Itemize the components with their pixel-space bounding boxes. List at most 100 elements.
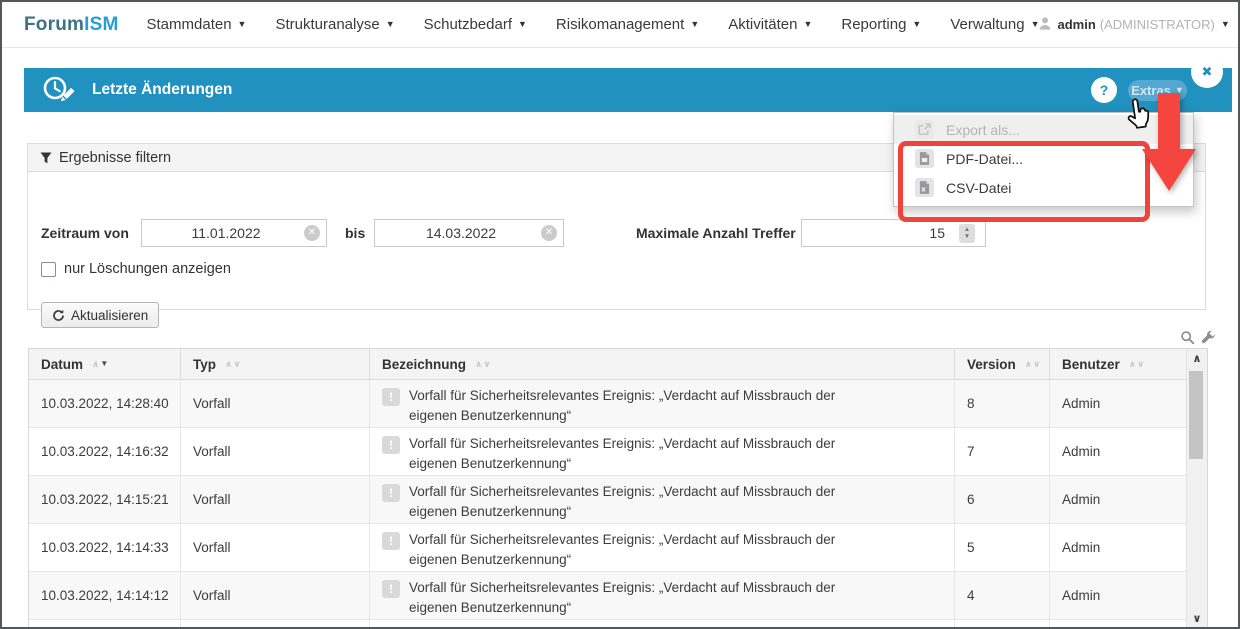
csv-file-icon: x (915, 178, 934, 197)
incident-icon: ! (382, 484, 400, 502)
menu-item-pdf-datei[interactable]: PDF-Datei... (894, 144, 1193, 173)
sort-icons: ∧▼ (92, 360, 108, 369)
cell-datum: 10.03.2022, 14:14:33 (29, 524, 181, 571)
table-row-partial[interactable]: ! (29, 620, 1207, 629)
close-button[interactable]: ✖ (1191, 56, 1223, 88)
chevron-down-icon: ▼ (803, 20, 812, 29)
cell-datum: 10.03.2022, 14:14:12 (29, 572, 181, 619)
menu-risikomanagement[interactable]: Risikomanagement▼ (556, 16, 699, 33)
chevron-down-icon: ▼ (912, 20, 921, 29)
menu-item-csv-datei[interactable]: x CSV-Datei (894, 173, 1193, 202)
column-header-benutzer[interactable]: Benutzer ∧∨ (1050, 349, 1168, 379)
max-hits-input[interactable]: 15 ▲▼ (801, 219, 986, 247)
user-role: (ADMINISTRATOR) (1100, 17, 1215, 32)
top-navbar: ForumISM Stammdaten▼ Strukturanalyse▼ Sc… (2, 2, 1238, 48)
cell-typ: Vorfall (181, 572, 370, 619)
chevron-down-icon: ▼ (386, 20, 395, 29)
cell-typ: Vorfall (181, 428, 370, 475)
results-table: Datum ∧▼ Typ ∧∨ Bezeichnung ∧∨ Version ∧… (28, 348, 1208, 629)
cell-version: 5 (955, 524, 1050, 571)
table-row[interactable]: 10.03.2022, 14:14:33 Vorfall ! Vorfall f… (29, 524, 1207, 572)
cell-datum: 10.03.2022, 14:16:32 (29, 428, 181, 475)
navbar-right: admin (ADMINISTRATOR) ▼ (1039, 7, 1240, 43)
cell-bezeichnung: ! Vorfall für Sicherheitsrelevantes Erei… (370, 476, 955, 523)
help-button[interactable]: ? (1091, 77, 1117, 103)
user-name: admin (1057, 17, 1095, 32)
clear-date-to-icon[interactable]: ✕ (541, 225, 557, 241)
menu-schutzbedarf[interactable]: Schutzbedarf▼ (424, 16, 527, 33)
date-to-label: bis (345, 219, 365, 247)
table-row[interactable]: 10.03.2022, 14:28:40 Vorfall ! Vorfall f… (29, 380, 1207, 428)
incident-icon: ! (382, 388, 400, 406)
column-header-bezeichnung[interactable]: Bezeichnung ∧∨ (370, 349, 955, 379)
scroll-up-icon[interactable]: ∧ (1187, 352, 1207, 365)
cell-benutzer: Admin (1050, 572, 1188, 619)
column-header-typ[interactable]: Typ ∧∨ (181, 349, 370, 379)
table-toolbar (1180, 330, 1216, 345)
table-header-row: Datum ∧▼ Typ ∧∨ Bezeichnung ∧∨ Version ∧… (29, 349, 1207, 380)
pdf-file-icon (915, 149, 934, 168)
vertical-scrollbar[interactable]: ∧ ∨ (1186, 349, 1207, 628)
only-deletions-label: nur Löschungen anzeigen (64, 261, 231, 277)
cell-version: 6 (955, 476, 1050, 523)
column-header-version[interactable]: Version ∧∨ (955, 349, 1050, 379)
sort-icons: ∧∨ (475, 360, 491, 369)
logo-part2: ISM (84, 14, 118, 35)
refresh-icon (52, 309, 65, 322)
sort-icons: ∧∨ (1129, 360, 1145, 369)
chevron-down-icon: ▼ (690, 20, 699, 29)
chevron-down-icon: ▼ (1175, 86, 1184, 95)
table-settings-wrench-icon[interactable] (1201, 330, 1216, 345)
chevron-down-icon: ▼ (1031, 20, 1040, 29)
panel-title: Letzte Änderungen (92, 81, 232, 99)
svg-text:x: x (921, 186, 926, 194)
cell-datum: 10.03.2022, 14:15:21 (29, 476, 181, 523)
spinner-down-icon: ▼ (964, 234, 970, 241)
number-spinner[interactable]: ▲▼ (959, 224, 975, 243)
incident-icon: ! (382, 436, 400, 454)
table-row[interactable]: 10.03.2022, 14:14:12 Vorfall ! Vorfall f… (29, 572, 1207, 620)
menu-verwaltung[interactable]: Verwaltung▼ (950, 16, 1039, 33)
cell-benutzer: Admin (1050, 524, 1188, 571)
cell-bezeichnung: ! Vorfall für Sicherheitsrelevantes Erei… (370, 428, 955, 475)
export-icon (915, 120, 934, 139)
table-row[interactable]: 10.03.2022, 14:15:21 Vorfall ! Vorfall f… (29, 476, 1207, 524)
extras-dropdown-menu: Export als... PDF-Datei... x CSV-Datei (893, 112, 1194, 207)
scroll-down-icon[interactable]: ∨ (1187, 612, 1207, 625)
table-row[interactable]: 10.03.2022, 14:16:32 Vorfall ! Vorfall f… (29, 428, 1207, 476)
clear-date-from-icon[interactable]: ✕ (304, 225, 320, 241)
cell-typ: Vorfall (181, 380, 370, 427)
menu-item-export-als: Export als... (894, 115, 1193, 144)
app-window: ForumISM Stammdaten▼ Strukturanalyse▼ Sc… (0, 0, 1240, 629)
cell-typ: Vorfall (181, 524, 370, 571)
cell-bezeichnung: ! Vorfall für Sicherheitsrelevantes Erei… (370, 572, 955, 619)
column-header-datum[interactable]: Datum ∧▼ (29, 349, 181, 379)
cell-benutzer: Admin (1050, 476, 1188, 523)
date-from-input[interactable] (141, 219, 327, 247)
logo-part1: Forum (24, 14, 84, 35)
cell-typ: Vorfall (181, 476, 370, 523)
table-search-icon[interactable] (1180, 330, 1195, 345)
extras-button[interactable]: Extras▼ (1128, 80, 1187, 101)
menu-stammdaten[interactable]: Stammdaten▼ (147, 16, 247, 33)
menu-strukturanalyse[interactable]: Strukturanalyse▼ (275, 16, 394, 33)
user-menu[interactable]: admin (ADMINISTRATOR) ▼ (1039, 17, 1229, 33)
user-icon (1039, 17, 1051, 33)
chevron-down-icon: ▼ (238, 20, 247, 29)
close-icon: ✖ (1202, 64, 1213, 80)
chevron-down-icon: ▼ (1221, 20, 1230, 29)
max-hits-label: Maximale Anzahl Treffer (636, 219, 796, 247)
date-to-input[interactable] (374, 219, 564, 247)
filter-icon (40, 152, 52, 164)
menu-aktivitaeten[interactable]: Aktivitäten▼ (728, 16, 812, 33)
only-deletions-checkbox[interactable] (41, 262, 56, 277)
refresh-button[interactable]: Aktualisieren (41, 302, 159, 328)
sort-icons: ∧∨ (225, 360, 241, 369)
clock-pencil-icon (40, 73, 80, 107)
cell-benutzer: Admin (1050, 428, 1188, 475)
menu-reporting[interactable]: Reporting▼ (841, 16, 921, 33)
app-logo[interactable]: ForumISM (24, 14, 119, 36)
max-hits-value: 15 (929, 225, 945, 241)
scrollbar-thumb[interactable] (1189, 371, 1203, 459)
main-menu: Stammdaten▼ Strukturanalyse▼ Schutzbedar… (147, 16, 1040, 33)
